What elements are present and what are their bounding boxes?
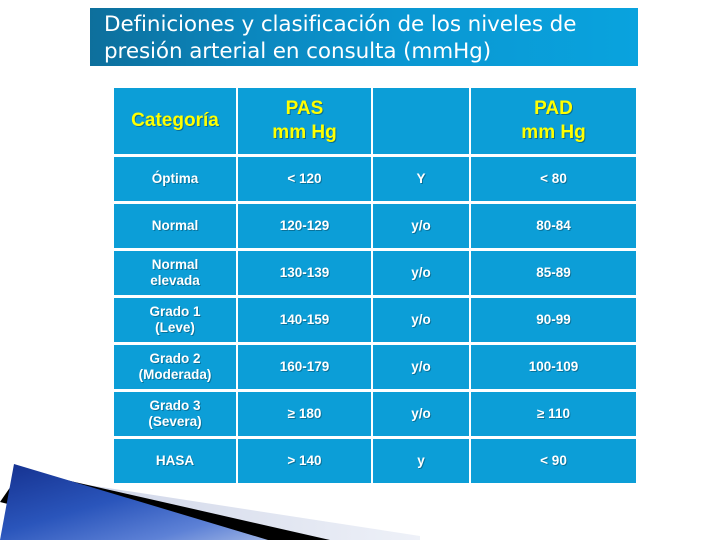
- cell-pas: 120-129: [238, 204, 371, 248]
- cell-conjuncion-text: y/o: [411, 406, 431, 421]
- table-row: Óptima < 120 Y < 80: [114, 157, 636, 201]
- cell-pad: ≥ 110: [471, 392, 636, 436]
- cell-categoria: Óptima: [114, 157, 236, 201]
- cell-pas-text: 160-179: [279, 359, 330, 374]
- cell-pad-text: < 90: [540, 453, 567, 468]
- cell-pas-text: ≥ 180: [287, 406, 322, 421]
- cell-pas-text: > 140: [287, 453, 322, 468]
- blood-pressure-classification-table: Categoría PAS mm Hg PAD mm Hg Óptima < 1…: [112, 85, 638, 486]
- cell-categoria: Grado 1 (Leve): [114, 298, 236, 342]
- cell-pad-text: 85-89: [536, 265, 571, 280]
- column-header-pas-label: PAS mm Hg: [272, 98, 337, 143]
- cell-conjuncion-text: y/o: [411, 265, 431, 280]
- cell-conjuncion: y: [373, 439, 469, 483]
- cell-categoria: Grado 2 (Moderada): [114, 345, 236, 389]
- cell-pad-text: 80-84: [536, 218, 571, 233]
- cell-pas-text: 140-159: [279, 312, 330, 327]
- cell-conjuncion-text: Y: [416, 171, 426, 186]
- cell-pas-text: 120-129: [279, 218, 330, 233]
- cell-conjuncion: y/o: [373, 298, 469, 342]
- table-row: Grado 1 (Leve) 140-159 y/o 90-99: [114, 298, 636, 342]
- cell-categoria: HASA: [114, 439, 236, 483]
- cell-categoria-text: HASA: [155, 453, 195, 468]
- slide-canvas: Definiciones y clasificación de los nive…: [0, 0, 720, 540]
- cell-conjuncion-text: y/o: [411, 218, 431, 233]
- cell-conjuncion-text: y/o: [411, 312, 431, 327]
- cell-categoria: Grado 3 (Severa): [114, 392, 236, 436]
- cell-pas: 140-159: [238, 298, 371, 342]
- cell-pad: 100-109: [471, 345, 636, 389]
- cell-pas: 130-139: [238, 251, 371, 295]
- cell-pas: < 120: [238, 157, 371, 201]
- column-header-categoria: Categoría: [114, 88, 236, 154]
- cell-conjuncion-text: y: [417, 453, 425, 468]
- cell-pas: > 140: [238, 439, 371, 483]
- cell-conjuncion: Y: [373, 157, 469, 201]
- table-row: Normal 120-129 y/o 80-84: [114, 204, 636, 248]
- cell-conjuncion: y/o: [373, 345, 469, 389]
- cell-categoria: Normal elevada: [114, 251, 236, 295]
- table-row: Grado 2 (Moderada) 160-179 y/o 100-109: [114, 345, 636, 389]
- cell-pad: < 90: [471, 439, 636, 483]
- cell-pas-text: 130-139: [279, 265, 330, 280]
- cell-pad: 85-89: [471, 251, 636, 295]
- column-header-pad-label: PAD mm Hg: [521, 98, 586, 143]
- cell-pad: 80-84: [471, 204, 636, 248]
- column-header-pas: PAS mm Hg: [238, 88, 371, 154]
- cell-pad-text: < 80: [540, 171, 567, 186]
- cell-conjuncion: y/o: [373, 204, 469, 248]
- cell-pad-text: 90-99: [536, 312, 571, 327]
- cell-pas-text: < 120: [287, 171, 322, 186]
- cell-pas: 160-179: [238, 345, 371, 389]
- table-header-row: Categoría PAS mm Hg PAD mm Hg: [114, 88, 636, 154]
- table-row: Normal elevada 130-139 y/o 85-89: [114, 251, 636, 295]
- cell-pad-text: ≥ 110: [537, 406, 570, 421]
- column-header-categoria-label: Categoría: [131, 110, 219, 131]
- cell-categoria-text: Normal: [151, 218, 199, 233]
- cell-categoria-text: Normal elevada: [150, 257, 200, 288]
- cell-categoria: Normal: [114, 204, 236, 248]
- cell-categoria-text: Grado 3 (Severa): [148, 398, 202, 429]
- table-row: Grado 3 (Severa) ≥ 180 y/o ≥ 110: [114, 392, 636, 436]
- cell-pad-text: 100-109: [528, 359, 579, 374]
- cell-conjuncion: y/o: [373, 251, 469, 295]
- cell-categoria-text: Grado 1 (Leve): [149, 304, 201, 335]
- cell-conjuncion: y/o: [373, 392, 469, 436]
- slide-title-banner: Definiciones y clasificación de los nive…: [90, 8, 638, 66]
- table-row: HASA > 140 y < 90: [114, 439, 636, 483]
- cell-conjuncion-text: y/o: [411, 359, 431, 374]
- page-title: Definiciones y clasificación de los nive…: [104, 12, 577, 64]
- cell-pad: 90-99: [471, 298, 636, 342]
- cell-categoria-text: Grado 2 (Moderada): [138, 351, 212, 382]
- cell-pas: ≥ 180: [238, 392, 371, 436]
- cell-pad: < 80: [471, 157, 636, 201]
- cell-categoria-text: Óptima: [151, 171, 199, 186]
- column-header-conjuncion: [373, 88, 469, 154]
- column-header-pad: PAD mm Hg: [471, 88, 636, 154]
